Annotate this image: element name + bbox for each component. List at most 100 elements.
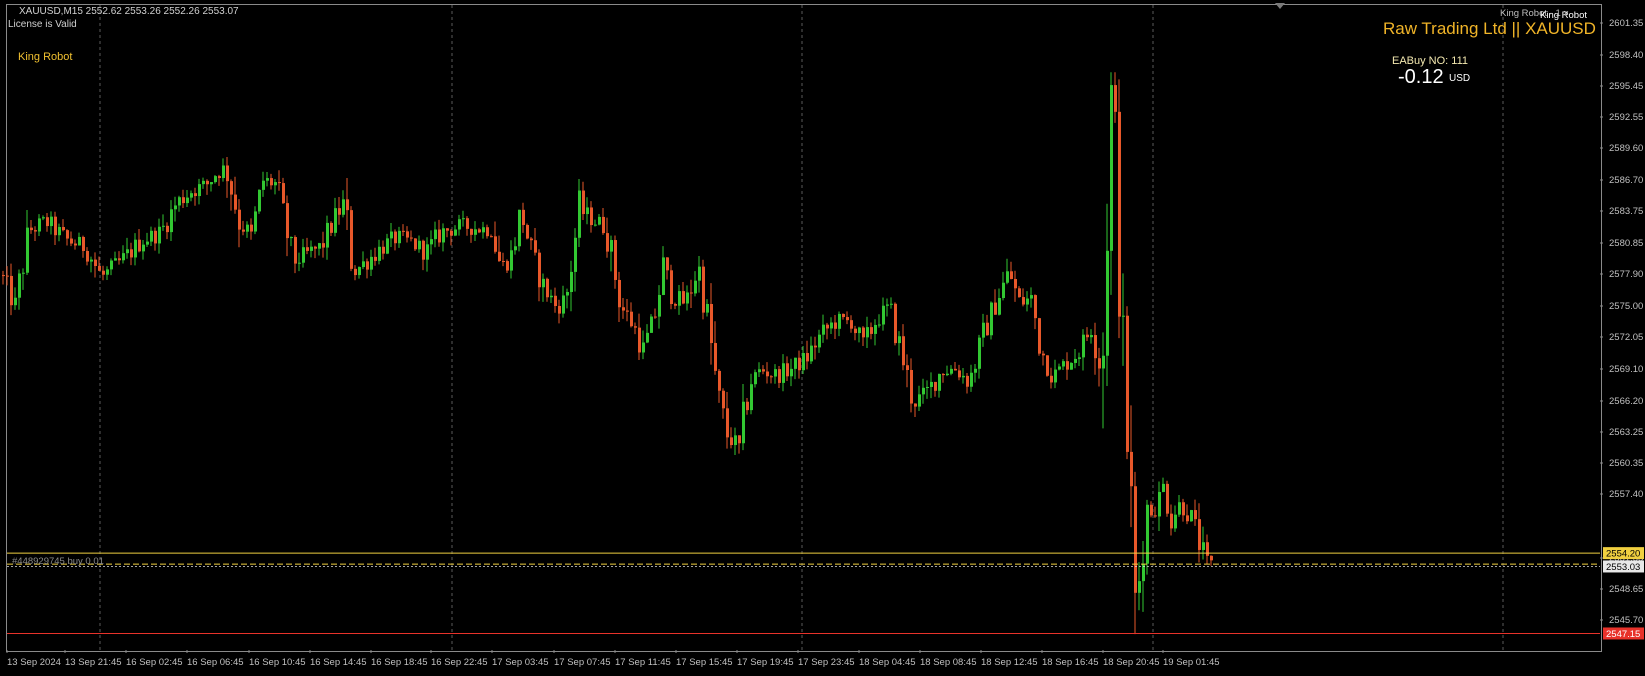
- candle-body: [962, 375, 965, 378]
- candle-body: [398, 230, 401, 244]
- candle-body: [454, 229, 457, 236]
- candle-body: [622, 307, 625, 311]
- candle-body: [1070, 362, 1073, 370]
- candle-body: [1166, 483, 1169, 514]
- candle-body: [1198, 519, 1201, 550]
- candle-body: [246, 224, 249, 232]
- candle-body: [1118, 111, 1121, 317]
- candle-body: [978, 337, 981, 369]
- candle-body: [338, 208, 341, 215]
- candle-body: [530, 238, 533, 241]
- candle-body: [366, 261, 369, 270]
- candle-body: [442, 228, 445, 243]
- candle-body: [26, 227, 29, 273]
- candle-body: [414, 238, 417, 250]
- candle-body: [1210, 555, 1213, 561]
- shift-marker-icon[interactable]: [1275, 3, 1285, 9]
- candle-body: [38, 218, 41, 232]
- candle-body: [642, 342, 645, 353]
- candle-body: [818, 334, 821, 348]
- candle-body: [290, 237, 293, 239]
- y-tick-label: 2557.40: [1609, 489, 1643, 500]
- candle-body: [942, 374, 945, 376]
- candle-body: [746, 401, 749, 411]
- candle-body: [370, 256, 373, 270]
- x-tick-label: 16 Sep 10:45: [249, 657, 306, 668]
- candle-body: [730, 437, 733, 446]
- candle-body: [1098, 358, 1101, 369]
- candle-body: [958, 370, 961, 378]
- candle-body: [934, 381, 937, 391]
- candle-body: [298, 262, 301, 264]
- candle-body: [358, 267, 361, 276]
- candle-body: [582, 190, 585, 215]
- y-tick-label: 2592.55: [1609, 112, 1643, 123]
- candle-body: [938, 374, 941, 391]
- candle-body: [1138, 581, 1141, 593]
- price-tag-label: 2553.03: [1606, 562, 1640, 573]
- candle-body: [138, 239, 141, 252]
- candle-body: [262, 180, 265, 190]
- candle-body: [502, 260, 505, 262]
- candle-body: [334, 208, 337, 233]
- candle-body: [230, 181, 233, 195]
- candle-body: [6, 275, 9, 277]
- candle-body: [710, 303, 713, 344]
- candle-body: [1150, 504, 1153, 516]
- x-tick-label: 13 Sep 21:45: [65, 657, 122, 668]
- candle-body: [930, 381, 933, 387]
- candle-body: [462, 218, 465, 220]
- candle-body: [250, 224, 253, 232]
- candle-body: [1182, 502, 1185, 516]
- candle-body: [1062, 361, 1065, 367]
- x-tick-label: 18 Sep 04:45: [859, 657, 916, 668]
- candle-body: [322, 243, 325, 248]
- candle-body: [550, 295, 553, 298]
- candle-body: [518, 209, 521, 247]
- candle-body: [706, 303, 709, 313]
- candle-body: [1086, 334, 1089, 338]
- candle-body: [346, 199, 349, 211]
- candle-body: [1206, 542, 1209, 556]
- candle-body: [898, 336, 901, 344]
- candle-body: [242, 229, 245, 232]
- candle-body: [774, 369, 777, 377]
- candle-body: [782, 363, 785, 383]
- candle-body: [130, 249, 133, 258]
- candle-body: [650, 316, 653, 333]
- candle-body: [802, 353, 805, 371]
- candle-body: [490, 236, 493, 238]
- y-tick-label: 2575.00: [1609, 301, 1643, 312]
- candle-body: [1006, 271, 1009, 283]
- candle-body: [902, 336, 905, 366]
- candle-body: [482, 227, 485, 233]
- candle-body: [638, 327, 641, 353]
- candle-body: [686, 292, 689, 304]
- y-tick-label: 2545.70: [1609, 615, 1643, 626]
- order-line-label[interactable]: #448929745 buy 0.01: [12, 556, 104, 567]
- candle-body: [286, 203, 289, 239]
- candlestick-chart[interactable]: 2601.35 2598.40 2595.45 2592.55 2589.60 2586.…: [0, 0, 1645, 676]
- candle-body: [754, 372, 757, 385]
- candle-body: [206, 180, 209, 185]
- candle-body: [770, 376, 773, 378]
- chart-window[interactable]: 2601.35 2598.40 2595.45 2592.55 2589.60 2586.…: [0, 0, 1645, 676]
- x-tick-label: 17 Sep 03:45: [492, 657, 549, 668]
- candle-body: [514, 246, 517, 251]
- candle-body: [714, 343, 717, 371]
- candle-body: [354, 268, 357, 276]
- y-tick-label: 2586.70: [1609, 175, 1643, 186]
- candle-body: [146, 241, 149, 245]
- candle-body: [34, 230, 37, 232]
- candle-body: [766, 371, 769, 377]
- candle-body: [626, 310, 629, 312]
- candle-body: [158, 226, 161, 244]
- candle-body: [466, 218, 469, 229]
- candle-body: [750, 384, 753, 411]
- candle-body: [18, 273, 21, 298]
- candle-body: [478, 229, 481, 233]
- y-tick-label: 2580.85: [1609, 238, 1643, 249]
- candle-body: [1010, 271, 1013, 279]
- candle-body: [406, 231, 409, 238]
- candle-body: [658, 294, 661, 317]
